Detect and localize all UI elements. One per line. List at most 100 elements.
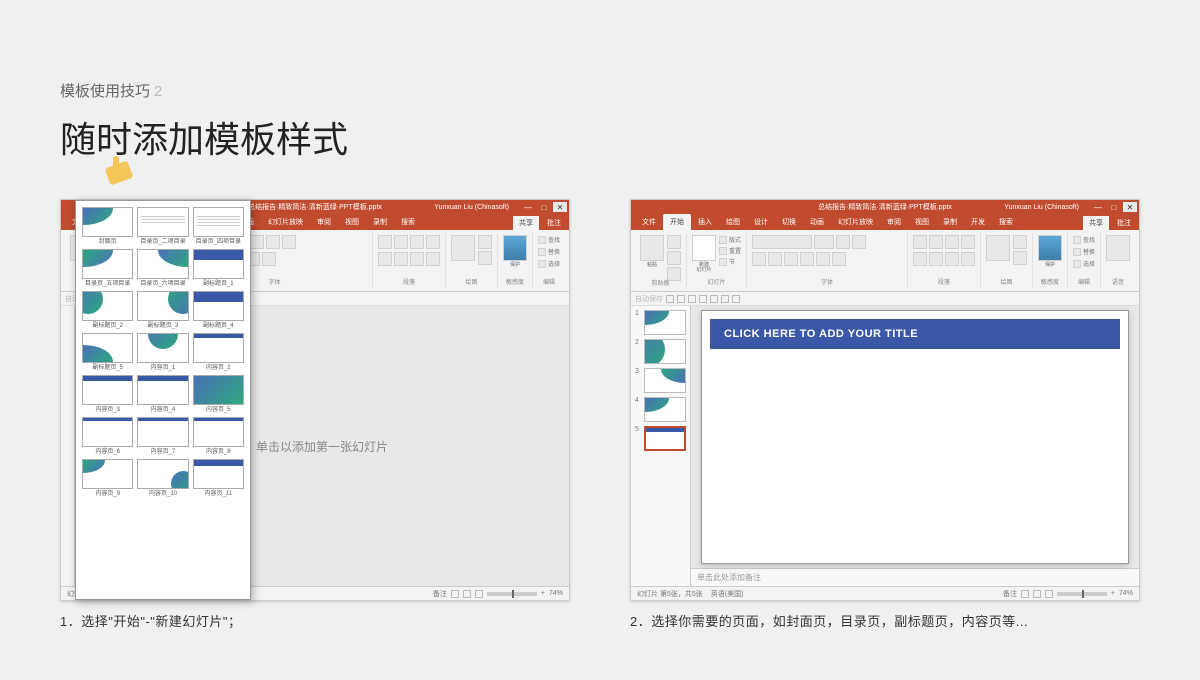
- layout-option[interactable]: 副标题页_2: [82, 291, 133, 329]
- page-title: 随时添加模板样式: [60, 111, 1140, 163]
- new-slide-button[interactable]: [692, 235, 716, 261]
- thumbnail-5[interactable]: [644, 426, 686, 451]
- layout-option[interactable]: 目录页_五项目录: [82, 249, 133, 287]
- tab-home[interactable]: 开始: [663, 214, 691, 230]
- layout-option[interactable]: 内容页_11: [193, 459, 244, 497]
- ribbon-tabs: 文件 开始 插入 绘图 设计 切换 动画 幻灯片放映 审阅 视图 录制 开发 搜…: [631, 214, 1139, 230]
- tab-search[interactable]: 搜索: [992, 214, 1020, 230]
- layout-option[interactable]: 封面页: [82, 207, 133, 245]
- titlebar: 总结报告·精致简洁·清新蓝绿·PPT模板.pptx Yunxuan Liu (C…: [631, 200, 1139, 214]
- group-drawing: 绘图: [446, 233, 498, 288]
- layout-option[interactable]: 内容页_6: [82, 417, 133, 455]
- close-button[interactable]: ✕: [553, 202, 567, 212]
- group-label-drawing: 绘图: [465, 277, 477, 286]
- protect-button[interactable]: [503, 235, 527, 261]
- zoom-level: 74%: [549, 590, 563, 597]
- zoom-slider[interactable]: [1057, 592, 1107, 596]
- layout-option[interactable]: 内容页_5: [193, 375, 244, 413]
- slide-canvas[interactable]: CLICK HERE TO ADD YOUR TITLE: [691, 306, 1139, 568]
- tab-file[interactable]: 文件: [635, 214, 663, 230]
- group-drawing: 绘图: [981, 233, 1033, 288]
- document-title: 总结报告·精致简洁·清新蓝绿·PPT模板.pptx: [248, 202, 382, 212]
- tab-view[interactable]: 视图: [338, 214, 366, 230]
- share-button[interactable]: 共享: [1083, 216, 1109, 230]
- maximize-button[interactable]: □: [537, 202, 551, 212]
- tab-record[interactable]: 录制: [366, 214, 394, 230]
- layout-option[interactable]: 内容页_7: [137, 417, 188, 455]
- status-language: 英语(美国): [711, 589, 744, 599]
- layout-option[interactable]: 内容页_9: [82, 459, 133, 497]
- new-slide-layout-dropdown: 封面页目录页_二项目录目录页_四项目录目录页_五项目录目录页_六项目录副标题页_…: [75, 200, 251, 600]
- close-button[interactable]: ✕: [1123, 202, 1137, 212]
- layout-option[interactable]: 内容页_1: [137, 333, 188, 371]
- tab-slideshow[interactable]: 幻灯片放映: [831, 214, 880, 230]
- layout-option[interactable]: 目录页_二项目录: [137, 207, 188, 245]
- status-bar: 幻灯片 第5张，共5张 英语(美国) 备注 +74%: [631, 586, 1139, 600]
- layout-option[interactable]: 副标题页_4: [193, 291, 244, 329]
- tab-draw[interactable]: 绘图: [719, 214, 747, 230]
- powerpoint-window-2: 总结报告·精致简洁·清新蓝绿·PPT模板.pptx Yunxuan Liu (C…: [630, 199, 1140, 601]
- quick-access: 自动保存: [631, 292, 1139, 306]
- protect-button[interactable]: [1038, 235, 1062, 261]
- tab-animations[interactable]: 动画: [803, 214, 831, 230]
- group-label-editing: 编辑: [543, 277, 555, 286]
- layout-option[interactable]: 内容页_3: [82, 375, 133, 413]
- share-button[interactable]: 共享: [513, 216, 539, 230]
- tab-review[interactable]: 审阅: [310, 214, 338, 230]
- tab-design[interactable]: 设计: [747, 214, 775, 230]
- thumbnail-3[interactable]: [644, 368, 686, 393]
- tab-insert[interactable]: 插入: [691, 214, 719, 230]
- tab-slideshow[interactable]: 幻灯片放映: [261, 214, 310, 230]
- caption-1: 1．选择"开始"-"新建幻灯片"；: [60, 611, 570, 630]
- slide-thumbnails: [61, 306, 75, 586]
- layout-option[interactable]: 副标题页_3: [137, 291, 188, 329]
- screenshot-2: 总结报告·精致简洁·清新蓝绿·PPT模板.pptx Yunxuan Liu (C…: [630, 199, 1140, 630]
- tab-developer[interactable]: 开发: [964, 214, 992, 230]
- screenshot-1: 总结报告·精致简洁·清新蓝绿·PPT模板.pptx Yunxuan Liu (C…: [60, 199, 570, 630]
- tab-review[interactable]: 审阅: [880, 214, 908, 230]
- group-label-paragraph: 段落: [403, 277, 415, 286]
- document-title: 总结报告·精致简洁·清新蓝绿·PPT模板.pptx: [818, 202, 952, 212]
- comments-button[interactable]: 批注: [1113, 216, 1135, 230]
- minimize-button[interactable]: —: [1091, 202, 1105, 212]
- thumbnail-4[interactable]: [644, 397, 686, 422]
- layout-option[interactable]: 内容页_2: [193, 333, 244, 371]
- thumbnail-1[interactable]: [644, 310, 686, 335]
- notes-pane[interactable]: 单击此处添加备注: [691, 568, 1139, 586]
- comments-button[interactable]: 批注: [543, 216, 565, 230]
- layout-option[interactable]: 副标题页_5: [82, 333, 133, 371]
- group-paragraph: 段落: [373, 233, 446, 288]
- window-buttons: — □ ✕: [521, 202, 567, 212]
- group-label-font: 字体: [268, 277, 280, 286]
- tab-transitions[interactable]: 切换: [775, 214, 803, 230]
- zoom-slider[interactable]: [487, 592, 537, 596]
- tab-search[interactable]: 搜索: [394, 214, 422, 230]
- maximize-button[interactable]: □: [1107, 202, 1121, 212]
- caption-2: 2．选择你需要的页面，如封面页，目录页，副标题页，内容页等...: [630, 611, 1140, 630]
- add-slide-placeholder[interactable]: 单击以添加第一张幻灯片: [256, 438, 388, 455]
- group-clipboard: 粘贴 剪贴板: [635, 233, 687, 288]
- tab-record[interactable]: 录制: [936, 214, 964, 230]
- layout-option[interactable]: 目录页_四项目录: [193, 207, 244, 245]
- ribbon: 粘贴 剪贴板 新建 幻灯片 版式重置节 幻灯片 字体: [631, 230, 1139, 292]
- layout-option[interactable]: 内容页_10: [137, 459, 188, 497]
- layout-option[interactable]: 内容页_8: [193, 417, 244, 455]
- group-sensitivity: 保护 敏感度: [1033, 233, 1068, 288]
- thumbnail-2[interactable]: [644, 339, 686, 364]
- paste-button[interactable]: [640, 235, 664, 261]
- minimize-button[interactable]: —: [521, 202, 535, 212]
- group-slides: 新建 幻灯片 版式重置节 幻灯片: [687, 233, 747, 288]
- group-editing: 查找替换选择 编辑: [533, 233, 565, 288]
- tab-view[interactable]: 视图: [908, 214, 936, 230]
- slide-title-placeholder[interactable]: CLICK HERE TO ADD YOUR TITLE: [710, 319, 1120, 349]
- layout-option[interactable]: 目录页_六项目录: [137, 249, 188, 287]
- cursor-hand-icon: [101, 156, 131, 186]
- workspace: 单击以添加第一张幻灯片 封面页目录页_二项目录目录页_四项目录目录页_五项目录目…: [61, 306, 569, 586]
- current-slide: CLICK HERE TO ADD YOUR TITLE: [701, 310, 1129, 564]
- group-label-sensitivity: 敏感度: [506, 277, 524, 286]
- section-subtitle: 模板使用技巧2: [60, 80, 1140, 101]
- group-paragraph: 段落: [908, 233, 981, 288]
- layout-option[interactable]: 内容页_4: [137, 375, 188, 413]
- layout-option[interactable]: 副标题页_1: [193, 249, 244, 287]
- zoom-level: 74%: [1119, 590, 1133, 597]
